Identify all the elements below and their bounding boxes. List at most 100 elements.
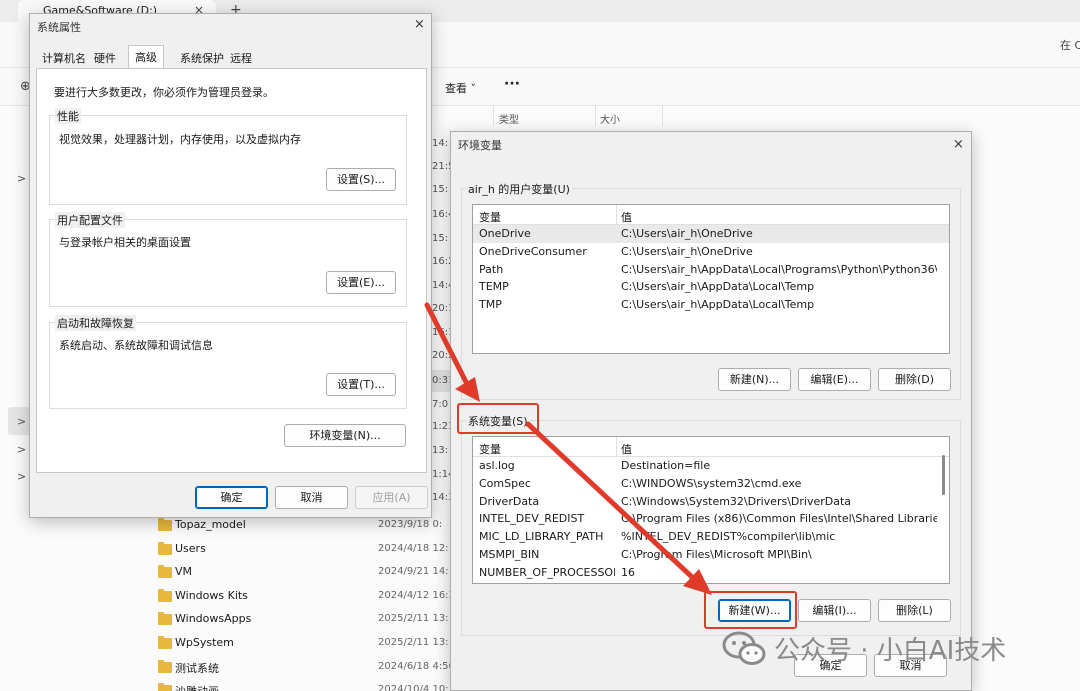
variable-name: TMP <box>479 298 502 311</box>
view-menu-label: 查看 <box>445 82 467 95</box>
system-properties-dialog: 系统属性 × 计算机名 硬件 高级 系统保护 远程 要进行大多数更改，你必须作为… <box>29 13 432 518</box>
variable-value: C:\WINDOWS\system32\cmd.exe <box>621 477 802 490</box>
admin-note: 要进行大多数更改，你必须作为管理员登录。 <box>54 86 274 99</box>
system-delete-button[interactable]: 删除(L) <box>878 599 951 622</box>
tab-advanced[interactable]: 高级 <box>128 45 164 69</box>
file-name: VM <box>175 565 193 578</box>
column-divider[interactable] <box>595 106 596 126</box>
system-edit-button[interactable]: 编辑(I)... <box>798 599 871 622</box>
file-row[interactable]: Windows Kits 2024/4/12 16:3 <box>158 586 458 608</box>
ok-button[interactable]: 确定 <box>195 486 268 509</box>
folder-icon <box>158 518 172 531</box>
folder-icon <box>158 612 172 625</box>
variable-row[interactable]: OneDrive C:\Users\air_h\OneDrive <box>473 225 949 243</box>
file-name: Windows Kits <box>175 589 248 602</box>
user-edit-button[interactable]: 编辑(E)... <box>798 368 871 391</box>
variable-row[interactable]: NUMBER_OF_PROCESSORS 16 <box>473 564 949 582</box>
list-header: 变量 值 <box>473 205 949 225</box>
advanced-tab-page: 要进行大多数更改，你必须作为管理员登录。 性能 视觉效果，处理器计划，内存使用，… <box>36 68 427 473</box>
startup-recovery-description: 系统启动、系统故障和调试信息 <box>59 339 213 352</box>
highlight-box-new-button <box>704 591 797 629</box>
file-modified-time: 13: <box>432 445 449 456</box>
column-divider[interactable] <box>493 106 494 126</box>
file-date: 2024/10/4 10: <box>378 684 449 691</box>
tab-system-protection[interactable]: 系统保护 <box>174 47 230 67</box>
column-divider[interactable] <box>616 205 617 225</box>
column-header-variable[interactable]: 变量 <box>479 209 501 225</box>
variable-name: DriverData <box>479 495 540 508</box>
folder-icon <box>158 660 172 673</box>
folder-icon <box>158 542 172 555</box>
variable-value: C:\Users\air_h\OneDrive <box>621 245 753 258</box>
column-header-variable[interactable]: 变量 <box>479 441 501 457</box>
variable-name: ComSpec <box>479 477 531 490</box>
column-divider[interactable] <box>616 437 617 457</box>
tab-hardware[interactable]: 硬件 <box>88 47 122 67</box>
file-row[interactable]: VM 2024/9/21 14: <box>158 562 458 584</box>
file-modified-time: 15: <box>432 184 449 195</box>
user-variables-list[interactable]: 变量 值 OneDrive C:\Users\air_h\OneDrive OneD… <box>472 204 950 354</box>
variable-row[interactable]: asl.log Destination=file <box>473 457 949 475</box>
file-date: 2024/6/18 4:56 <box>378 661 455 672</box>
variable-row[interactable]: TEMP C:\Users\air_h\AppData\Local\Temp <box>473 278 949 296</box>
tab-remote[interactable]: 远程 <box>224 47 258 67</box>
performance-settings-button[interactable]: 设置(S)... <box>326 168 396 191</box>
startup-recovery-settings-button[interactable]: 设置(T)... <box>326 373 396 396</box>
chevron-right-icon[interactable]: > <box>17 470 26 483</box>
user-profiles-settings-button[interactable]: 设置(E)... <box>326 271 396 294</box>
close-icon[interactable]: × <box>414 17 425 32</box>
variable-row[interactable]: TMP C:\Users\air_h\AppData\Local\Temp <box>473 296 949 314</box>
file-date: 2024/4/12 16:3 <box>378 590 455 601</box>
file-row[interactable]: 沙雕动画 2024/10/4 10: <box>158 680 458 691</box>
view-menu-button[interactable]: 查看 ˅ <box>445 80 476 96</box>
user-new-button[interactable]: 新建(N)... <box>718 368 791 391</box>
variable-value: C:\Users\air_h\AppData\Local\Temp <box>621 298 815 311</box>
file-row[interactable]: WpSystem 2025/2/11 13: <box>158 633 458 655</box>
variable-name: Path <box>479 263 504 276</box>
column-header-type[interactable]: 类型 <box>499 111 519 126</box>
cancel-button[interactable]: 取消 <box>275 486 348 509</box>
file-modified-time: 14: <box>432 138 449 149</box>
system-variables-list[interactable]: 变量 值 asl.log Destination=file ComSpec C:\WI… <box>472 436 950 584</box>
variable-value: Destination=file <box>621 459 711 472</box>
variable-row[interactable]: MIC_LD_LIBRARY_PATH %INTEL_DEV_REDIST%com… <box>473 528 949 546</box>
variable-name: NUMBER_OF_PROCESSORS <box>479 566 615 579</box>
column-header-size[interactable]: 大小 <box>600 111 620 126</box>
environment-variables-button[interactable]: 环境变量(N)... <box>284 424 406 447</box>
file-name: Topaz_model <box>175 518 246 531</box>
apply-button[interactable]: 应用(A) <box>355 486 428 509</box>
folder-icon <box>158 636 172 649</box>
close-icon[interactable]: × <box>953 137 964 152</box>
file-date: 2023/9/18 0: <box>378 519 443 530</box>
search-box-text[interactable]: 在 C <box>1060 37 1080 53</box>
variable-row[interactable]: MSMPI_BIN C:\Program Files\Microsoft MPI\… <box>473 546 949 564</box>
variable-row[interactable]: Path C:\Users\air_h\AppData\Local\Program… <box>473 261 949 279</box>
more-options-button[interactable]: ··· <box>504 76 520 92</box>
variable-row[interactable]: ComSpec C:\WINDOWS\system32\cmd.exe <box>473 475 949 493</box>
performance-group <box>49 115 407 205</box>
variable-row[interactable]: OneDriveConsumer C:\Users\air_h\OneDrive <box>473 243 949 261</box>
tab-computer-name[interactable]: 计算机名 <box>36 47 92 67</box>
chevron-right-icon[interactable]: > <box>17 415 26 428</box>
variable-row[interactable]: DriverData C:\Windows\System32\Drivers\Dr… <box>473 493 949 511</box>
column-header-value[interactable]: 值 <box>621 441 632 457</box>
chevron-right-icon[interactable]: > <box>17 172 26 185</box>
folder-icon <box>158 683 172 691</box>
file-row[interactable]: Topaz_model 2023/9/18 0: <box>158 515 458 537</box>
variable-row[interactable]: INTEL_DEV_REDIST C:\Program Files (x86)\C… <box>473 510 949 528</box>
file-row[interactable]: Users 2024/4/18 12: <box>158 539 458 561</box>
watermark-text: 公众号 · 小白AI技术 <box>774 636 1007 666</box>
tab-strip: 计算机名 硬件 高级 系统保护 远程 <box>36 45 426 69</box>
folder-icon <box>158 589 172 602</box>
file-row[interactable]: WindowsApps 2025/2/11 13: <box>158 609 458 631</box>
column-divider[interactable] <box>662 106 663 126</box>
list-header: 变量 值 <box>473 437 949 457</box>
file-name: WindowsApps <box>175 612 252 625</box>
user-delete-button[interactable]: 删除(D) <box>878 368 951 391</box>
file-date: 2025/2/11 13: <box>378 613 449 624</box>
file-row[interactable]: 测试系统 2024/6/18 4:56 <box>158 657 458 679</box>
column-header-value[interactable]: 值 <box>621 209 632 225</box>
variable-value: %INTEL_DEV_REDIST%compiler\lib\mic <box>621 530 836 543</box>
file-modified-time: 7:0 <box>432 399 449 410</box>
chevron-right-icon[interactable]: > <box>17 443 26 456</box>
